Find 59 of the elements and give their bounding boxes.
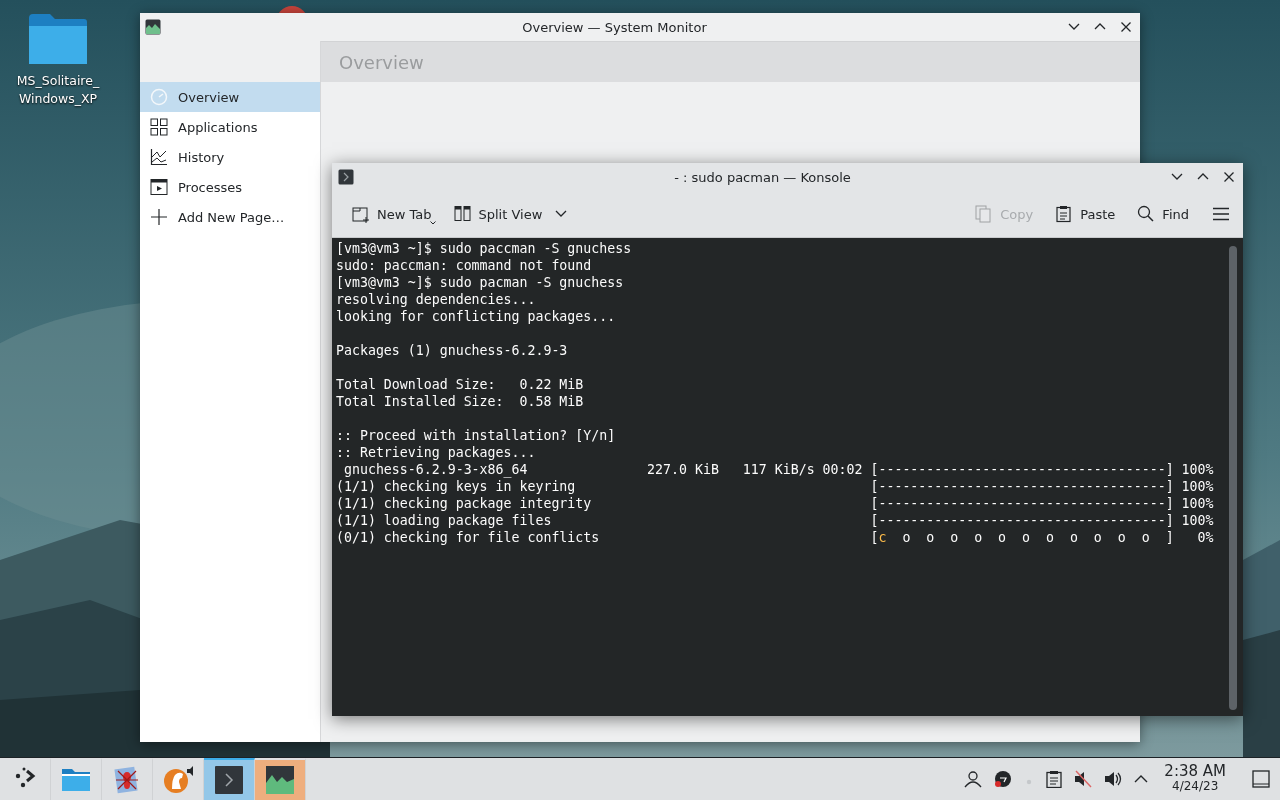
plus-icon (150, 208, 168, 226)
clipboard-icon (1055, 205, 1074, 223)
terminal-line: (1/1) checking package integrity [------------------------------------] 100% (336, 495, 1215, 512)
taskbar-item[interactable] (204, 758, 255, 800)
grid-icon (150, 118, 168, 136)
terminal-line: (1/1) loading package files [------------------------------------] 100% (336, 512, 1215, 529)
close-icon[interactable] (1120, 21, 1132, 33)
terminal-line: resolving dependencies... (336, 291, 537, 308)
terminal-line: [vm3@vm3 ~]$ sudo pacman -S gnuchess (336, 274, 625, 291)
close-icon[interactable] (1223, 171, 1235, 183)
app-icon (145, 19, 161, 35)
columns-icon (453, 205, 472, 223)
chart-icon (265, 765, 295, 795)
terminal-line: Packages (1) gnuchess-6.2.9-3 (336, 342, 569, 359)
toolbar-button[interactable]: New Tab (348, 202, 436, 226)
clock-date[interactable]: 4/24/23 (1172, 779, 1219, 794)
new-tab-icon (352, 205, 370, 223)
terminal-line: looking for conflicting packages... (336, 308, 617, 325)
taskbar-item[interactable] (255, 758, 306, 800)
user-icon[interactable] (964, 770, 983, 788)
sidebar-item[interactable]: Add New Page… (140, 202, 320, 232)
terminal-line: (1/1) checking keys in keyring [------------------------------------] 100% (336, 478, 1215, 495)
window-icon (150, 178, 168, 196)
terminal-line: (0/1) checking for file conflicts [c o o o o o o o o o o o ] 0% (336, 529, 1215, 546)
terminal-line: [vm3@vm3 ~]$ sudo paccman -S gnuchess (336, 240, 633, 257)
sidebar-item[interactable]: Processes (140, 172, 320, 202)
terminal-line: gnuchess-6.2.9-3-x86_64 227.0 KiB 117 KiB/s 00:02 [------------------------------------] 100% (342, 461, 1215, 478)
terminal-icon (214, 765, 244, 795)
window-title: - : sudo pacman — Konsole (673, 169, 852, 185)
search-icon (1137, 205, 1156, 223)
window-title: Overview — System Monitor (521, 19, 708, 35)
sidebar-item[interactable]: Overview (140, 82, 320, 112)
terminal-line: Total Download Size: 0.22 MiB (336, 376, 585, 393)
scrollbar[interactable] (1229, 246, 1237, 710)
toolbar-button[interactable]: Paste (1051, 202, 1120, 226)
horse-icon (163, 765, 193, 795)
terminal-icon (338, 169, 354, 185)
speaker-icon[interactable] (1104, 770, 1123, 788)
clipboard-icon[interactable] (1046, 770, 1063, 788)
toolbar-button[interactable]: Find (1133, 202, 1193, 226)
toolbar-button[interactable]: Split View (449, 202, 572, 226)
chart-icon (150, 148, 168, 166)
sidebar-item[interactable]: Applications (140, 112, 320, 142)
clock-time[interactable]: 2:38 AM (1164, 764, 1226, 779)
folder-icon[interactable] (28, 12, 88, 66)
terminal-line: sudo: paccman: command not found (336, 257, 593, 274)
show-desktop-icon[interactable] (1252, 770, 1270, 788)
sidebar-item[interactable]: History (140, 142, 320, 172)
status-icon[interactable] (994, 770, 1013, 788)
muted-speaker-icon[interactable] (1074, 770, 1093, 788)
icon-label[interactable]: MS_Solitaire_ Windows_XP (16, 72, 100, 108)
page-title: Overview (339, 51, 424, 73)
copy-icon (975, 205, 994, 223)
terminal-line: Total Installed Size: 0.58 MiB (336, 393, 585, 410)
terminal-line: :: Proceed with installation? [Y/n] (336, 427, 617, 444)
menu-icon[interactable] (1213, 207, 1229, 221)
caret-icon (429, 221, 436, 225)
terminal-line: :: Retrieving packages... (336, 444, 537, 461)
gauge-icon (150, 88, 168, 106)
